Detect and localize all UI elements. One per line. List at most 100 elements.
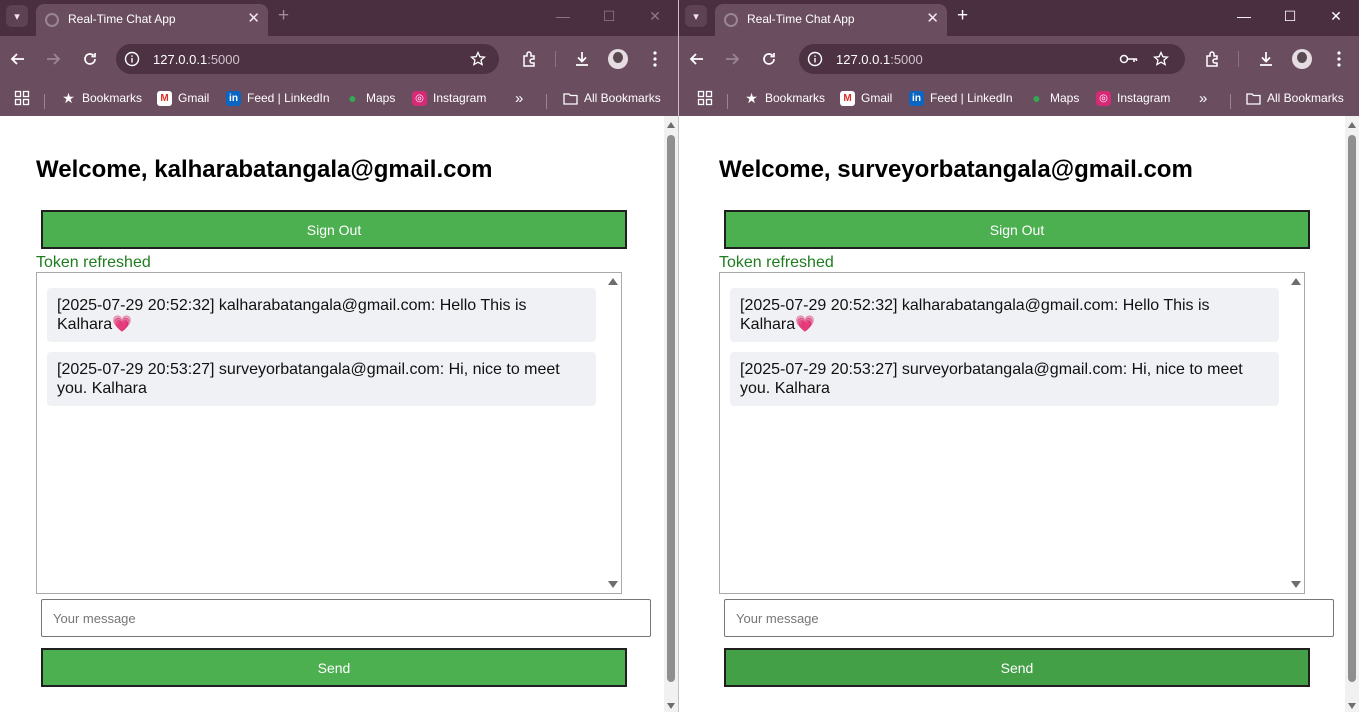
scroll-up-arrow-icon[interactable] [608,278,618,285]
overflow-chevrons-icon[interactable]: » [515,89,523,107]
send-button[interactable]: Send [724,648,1310,687]
back-arrow-icon[interactable] [684,46,710,72]
message-input[interactable] [724,599,1334,637]
star-bookmark-icon[interactable] [1152,50,1170,72]
bookmark-maps[interactable]: ● Maps [345,89,395,107]
scrollbar-thumb[interactable] [667,135,675,682]
message-input[interactable] [41,599,651,637]
sign-out-button[interactable]: Sign Out [724,210,1310,249]
bookmark-instagram[interactable]: ◎ Instagram [1096,89,1170,107]
bookmark-linkedin[interactable]: in Feed | LinkedIn [226,89,330,107]
close-tab-icon[interactable]: ✕ [247,9,260,29]
reload-icon[interactable] [756,46,782,72]
new-tab-icon[interactable]: + [957,4,968,28]
page-content: Welcome, surveyorbatangala@gmail.com Sig… [679,116,1346,712]
bookmark-label: Maps [366,91,396,105]
bookmark-gmail[interactable]: M Gmail [157,89,209,107]
menu-kebab-icon[interactable] [1326,46,1352,72]
star-bookmark-icon[interactable] [469,50,487,72]
instagram-icon: ◎ [412,90,427,106]
bookmark-maps[interactable]: ● Maps [1029,89,1079,107]
bookmark-label: All Bookmarks [1267,91,1344,105]
download-icon[interactable] [1253,46,1279,72]
chat-messages-box[interactable]: [2025-07-29 20:52:32] kalharabatangala@g… [719,272,1305,594]
bookmark-gmail[interactable]: M Gmail [840,89,892,107]
extensions-puzzle-icon[interactable] [517,46,543,72]
bookmarks-bar: ★ Bookmarks M Gmail in Feed | LinkedIn ● Map… [0,81,678,116]
url-host: 127.0.0.1 [836,52,891,67]
close-tab-icon[interactable]: ✕ [926,9,939,29]
minimize-icon[interactable]: — [540,0,586,32]
maximize-icon[interactable]: ☐ [1267,0,1313,32]
url-port: :5000 [890,52,923,67]
tab-chat-app[interactable]: Real-Time Chat App ✕ [36,4,268,36]
extensions-puzzle-icon[interactable] [1200,46,1226,72]
maximize-icon[interactable]: ☐ [586,0,632,32]
overflow-chevrons-icon[interactable]: » [1199,89,1207,107]
url-host: 127.0.0.1 [153,52,208,67]
apps-grid-icon[interactable] [14,89,30,107]
bookmarks-bar: ★ Bookmarks M Gmail in Feed | LinkedIn ● Map… [679,81,1359,116]
reload-icon[interactable] [77,46,103,72]
forward-arrow-icon[interactable] [719,46,745,72]
address-bar[interactable]: 127.0.0.1:5000 [799,44,1185,74]
apps-grid-icon[interactable] [697,89,713,107]
download-icon[interactable] [569,46,595,72]
scroll-up-arrow-icon[interactable] [667,122,675,128]
tab-chat-app[interactable]: Real-Time Chat App ✕ [715,4,947,36]
bookmark-label: Instagram [1117,91,1171,105]
site-info-icon[interactable] [124,51,140,72]
profile-avatar[interactable] [608,49,628,69]
chat-messages-box[interactable]: [2025-07-29 20:52:32] kalharabatangala@g… [36,272,622,594]
tab-search-chevron-icon[interactable]: ▾ [6,5,28,27]
globe-icon [45,13,59,27]
close-window-icon[interactable]: ✕ [632,0,678,32]
bookmark-all-bookmarks[interactable]: All Bookmarks [1246,89,1344,107]
profile-avatar[interactable] [1292,49,1312,69]
toolbar-divider [555,51,556,67]
bookmark-bookmarks[interactable]: ★ Bookmarks [744,89,825,107]
bookmark-instagram[interactable]: ◎ Instagram [412,89,486,107]
minimize-icon[interactable]: — [1221,0,1267,32]
folder-icon [1246,91,1261,106]
forward-arrow-icon[interactable] [40,46,66,72]
scrollbar-thumb[interactable] [1348,135,1356,682]
linkedin-icon: in [909,90,924,106]
bookmark-label: Gmail [861,91,893,105]
chat-message: [2025-07-29 20:53:27] surveyorbatangala@… [730,352,1279,406]
site-info-icon[interactable] [807,51,823,72]
bookmark-label: Instagram [433,91,487,105]
bookmark-all-bookmarks[interactable]: All Bookmarks [563,89,661,107]
sign-out-button[interactable]: Sign Out [41,210,627,249]
address-bar[interactable]: 127.0.0.1:5000 [116,44,499,74]
tab-title: Real-Time Chat App [747,12,855,26]
browser-window-right: ▾ Real-Time Chat App ✕ + — ☐ ✕ 127.0.0.1… [678,0,1359,712]
new-tab-icon[interactable]: + [278,4,289,28]
scroll-up-arrow-icon[interactable] [1348,122,1356,128]
send-button[interactable]: Send [41,648,627,687]
message-text: [2025-07-29 20:53:27] surveyorbatangala@… [57,361,560,397]
scroll-down-arrow-icon[interactable] [1348,703,1356,709]
bookmarks-divider [44,94,45,109]
star-filled-icon: ★ [745,89,758,106]
close-window-icon[interactable]: ✕ [1313,0,1359,32]
back-arrow-icon[interactable] [5,46,31,72]
url-text: 127.0.0.1:5000 [836,52,923,67]
page-scrollbar[interactable] [1345,116,1359,712]
scroll-down-arrow-icon[interactable] [1291,581,1301,588]
scroll-down-arrow-icon[interactable] [608,581,618,588]
page-scrollbar[interactable] [664,116,678,712]
bookmark-bookmarks[interactable]: ★ Bookmarks [61,89,142,107]
scroll-up-arrow-icon[interactable] [1291,278,1301,285]
page-content: Welcome, kalharabatangala@gmail.com Sign… [0,116,664,712]
bookmark-label: All Bookmarks [584,91,661,105]
scroll-down-arrow-icon[interactable] [667,703,675,709]
password-key-icon[interactable] [1119,51,1139,72]
url-text: 127.0.0.1:5000 [153,52,240,67]
toolbar: 127.0.0.1:5000 [0,36,678,81]
window-controls: — ☐ ✕ [540,0,678,32]
bookmark-linkedin[interactable]: in Feed | LinkedIn [909,89,1013,107]
token-status-text: Token refreshed [36,254,151,271]
menu-kebab-icon[interactable] [642,46,668,72]
tab-search-chevron-icon[interactable]: ▾ [685,5,707,27]
